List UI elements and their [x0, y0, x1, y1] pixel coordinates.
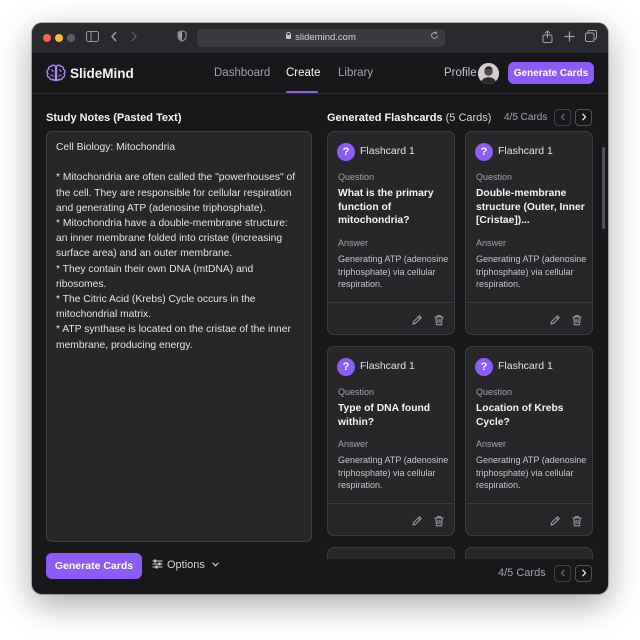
answer-label: Answer — [476, 238, 507, 248]
sliders-icon — [152, 559, 163, 572]
reload-icon[interactable] — [430, 31, 439, 43]
tab-overview-icon[interactable] — [585, 30, 597, 46]
edit-icon[interactable] — [549, 313, 561, 325]
profile-link[interactable]: Profile — [444, 67, 477, 79]
privacy-shield-icon[interactable] — [177, 30, 187, 46]
edit-icon[interactable] — [549, 514, 561, 526]
edit-icon[interactable] — [411, 514, 423, 526]
forward-icon[interactable] — [130, 30, 138, 46]
nav-dashboard[interactable]: Dashboard — [214, 67, 270, 79]
card-title: Flashcard 1 — [360, 145, 415, 157]
answer-label: Answer — [338, 439, 369, 449]
flashcard[interactable]: ? Flashcard 1 Question What is the prima… — [327, 131, 455, 335]
question-label: Question — [338, 387, 375, 397]
flashcard-partial[interactable] — [327, 547, 455, 559]
card-answer: Generating ATP (adenosine triphosphate) … — [476, 455, 587, 490]
card-title: Flashcard 1 — [360, 360, 415, 372]
avatar[interactable] — [478, 63, 499, 84]
card-question: Double-membrane structure (Outer, Inner … — [476, 188, 585, 226]
card-divider — [328, 302, 454, 303]
back-icon[interactable] — [110, 30, 118, 46]
card-question: Location of Krebs Cycle? — [476, 403, 564, 428]
brand-name: SlideMind — [70, 66, 134, 81]
answer-label: Answer — [476, 439, 507, 449]
edit-icon[interactable] — [411, 313, 423, 325]
share-icon[interactable] — [542, 30, 553, 47]
trash-icon[interactable] — [571, 313, 583, 326]
flashcards-section-title: Generated Flashcards (5 Cards) — [327, 112, 491, 124]
top-prev-button[interactable] — [554, 109, 571, 126]
browser-toolbar: slidemind.com — [32, 23, 608, 54]
generate-cards-button[interactable]: Generate Cards — [46, 553, 142, 579]
lock-icon — [286, 32, 292, 39]
question-icon: ? — [337, 358, 355, 376]
card-answer: Generating ATP (adenosine triphosphate) … — [338, 254, 449, 289]
nav-create[interactable]: Create — [286, 67, 321, 79]
card-question: What is the primary function of mitochon… — [338, 188, 434, 226]
top-next-button[interactable] — [575, 109, 592, 126]
card-title: Flashcard 1 — [498, 145, 553, 157]
url-text: slidemind.com — [295, 32, 356, 43]
notes-section-title: Study Notes (Pasted Text) — [46, 112, 182, 124]
answer-label: Answer — [338, 238, 369, 248]
options-label: Options — [167, 559, 205, 571]
trash-icon[interactable] — [433, 514, 445, 527]
app-header: SlideMind Dashboard Create Library Profi… — [32, 54, 608, 94]
top-card-counter: 4/5 Cards — [504, 112, 548, 123]
card-divider — [466, 503, 592, 504]
question-icon: ? — [337, 143, 355, 161]
minimize-window-button[interactable] — [55, 34, 63, 42]
bottom-prev-button[interactable] — [554, 565, 571, 582]
trash-icon[interactable] — [433, 313, 445, 326]
notes-text: Cell Biology: Mitochondria * Mitochondri… — [56, 142, 296, 351]
flashcard[interactable]: ? Flashcard 1 Question Type of DNA found… — [327, 346, 455, 536]
app-window: slidemind.com SlideMind Dashboard Create… — [32, 23, 608, 594]
active-nav-indicator — [286, 91, 318, 93]
bottom-next-button[interactable] — [575, 565, 592, 582]
card-answer: Generating ATP (adenosine triphosphate) … — [338, 455, 449, 490]
brain-logo-icon — [46, 64, 66, 87]
flashcards-title: Generated Flashcards — [327, 112, 443, 124]
zoom-window-button[interactable] — [67, 34, 75, 42]
options-dropdown[interactable]: Options — [152, 558, 219, 572]
chevron-down-icon — [212, 558, 219, 570]
card-title: Flashcard 1 — [498, 360, 553, 372]
close-window-button[interactable] — [43, 34, 51, 42]
cards-scrollbar[interactable] — [602, 147, 605, 229]
question-icon: ? — [475, 358, 493, 376]
card-divider — [328, 503, 454, 504]
notes-textarea[interactable]: Cell Biology: Mitochondria * Mitochondri… — [46, 131, 312, 542]
header-generate-cards-button[interactable]: Generate Cards — [508, 62, 594, 84]
sidebar-toggle-icon[interactable] — [86, 30, 99, 46]
card-divider — [466, 302, 592, 303]
card-question: Type of DNA found within? — [338, 403, 431, 428]
new-tab-icon[interactable] — [564, 30, 575, 46]
bottom-card-counter: 4/5 Cards — [498, 567, 546, 579]
flashcard[interactable]: ? Flashcard 1 Question Double-membrane s… — [465, 131, 593, 335]
question-label: Question — [476, 387, 513, 397]
card-answer: Generating ATP (adenosine triphosphate) … — [476, 254, 587, 289]
flashcards-count: (5 Cards) — [445, 112, 492, 124]
nav-library[interactable]: Library — [338, 67, 373, 79]
question-label: Question — [338, 172, 375, 182]
trash-icon[interactable] — [571, 514, 583, 527]
question-label: Question — [476, 172, 513, 182]
address-bar[interactable]: slidemind.com — [197, 29, 445, 47]
flashcard-partial[interactable] — [465, 547, 593, 559]
question-icon: ? — [475, 143, 493, 161]
flashcard[interactable]: ? Flashcard 1 Question Location of Krebs… — [465, 346, 593, 536]
